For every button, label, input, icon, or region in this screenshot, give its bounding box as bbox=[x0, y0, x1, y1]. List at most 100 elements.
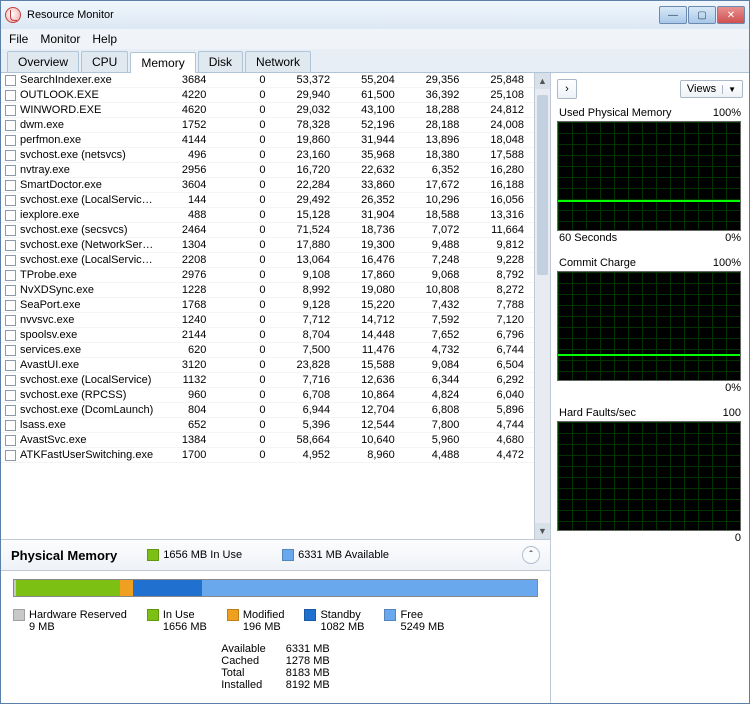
tab-network[interactable]: Network bbox=[245, 51, 311, 72]
checkbox[interactable] bbox=[5, 375, 16, 386]
checkbox[interactable] bbox=[5, 105, 16, 116]
checkbox[interactable] bbox=[5, 195, 16, 206]
checkbox[interactable] bbox=[5, 360, 16, 371]
table-row[interactable]: svchost.exe (secsvcs)2464071,52418,7367,… bbox=[1, 223, 534, 238]
table-row[interactable]: services.exe62007,50011,4764,7326,744 bbox=[1, 343, 534, 358]
table-row[interactable]: perfmon.exe4144019,86031,94413,89618,048 bbox=[1, 133, 534, 148]
scrollbar-thumb[interactable] bbox=[537, 95, 548, 275]
graph2-foot-right: 0% bbox=[725, 382, 741, 394]
physical-memory-title: Physical Memory bbox=[11, 548, 117, 563]
table-row[interactable]: svchost.exe (RPCSS)96006,70810,8644,8246… bbox=[1, 388, 534, 403]
standby-value: 1082 MB bbox=[304, 621, 364, 633]
resource-monitor-window: Resource Monitor — ▢ ✕ File Monitor Help… bbox=[0, 0, 750, 704]
app-icon bbox=[5, 7, 21, 23]
checkbox[interactable] bbox=[5, 90, 16, 101]
checkbox[interactable] bbox=[5, 270, 16, 281]
chevron-right-icon: › bbox=[565, 83, 569, 95]
mod-label: Modified bbox=[243, 609, 285, 621]
table-row[interactable]: nvtray.exe2956016,72022,6326,35216,280 bbox=[1, 163, 534, 178]
table-row[interactable]: AvastSvc.exe1384058,66410,6405,9604,680 bbox=[1, 433, 534, 448]
window-title: Resource Monitor bbox=[27, 9, 114, 21]
table-row[interactable]: OUTLOOK.EXE4220029,94061,50036,39225,108 bbox=[1, 88, 534, 103]
checkbox[interactable] bbox=[5, 450, 16, 461]
table-row[interactable]: nvvsvc.exe124007,71214,7127,5927,120 bbox=[1, 313, 534, 328]
scroll-down-icon[interactable]: ▼ bbox=[535, 523, 550, 539]
table-row[interactable]: SeaPort.exe176809,12815,2207,4327,788 bbox=[1, 298, 534, 313]
graph-commit-charge bbox=[557, 271, 741, 381]
table-row[interactable]: AvastUI.exe3120023,82815,5889,0846,504 bbox=[1, 358, 534, 373]
hw-value: 9 MB bbox=[13, 621, 127, 633]
checkbox[interactable] bbox=[5, 120, 16, 131]
graph1-foot-right: 0% bbox=[725, 232, 741, 244]
checkbox[interactable] bbox=[5, 285, 16, 296]
inuse-summary: 1656 MB In Use bbox=[163, 549, 242, 561]
scroll-up-icon[interactable]: ▲ bbox=[535, 73, 550, 89]
tab-memory[interactable]: Memory bbox=[130, 52, 195, 73]
table-row[interactable]: TProbe.exe297609,10817,8609,0688,792 bbox=[1, 268, 534, 283]
checkbox[interactable] bbox=[5, 75, 16, 86]
avail-summary: 6331 MB Available bbox=[298, 549, 389, 561]
table-row[interactable]: SearchIndexer.exe3684053,37255,20429,356… bbox=[1, 73, 534, 88]
views-button[interactable]: Views▼ bbox=[680, 80, 743, 98]
inuse-icon bbox=[147, 549, 159, 561]
checkbox[interactable] bbox=[5, 240, 16, 251]
tab-disk[interactable]: Disk bbox=[198, 51, 243, 72]
checkbox[interactable] bbox=[5, 225, 16, 236]
memory-stats: AvailableCachedTotalInstalled 6331 MB127… bbox=[1, 639, 550, 703]
menubar: File Monitor Help bbox=[1, 29, 749, 49]
checkbox[interactable] bbox=[5, 390, 16, 401]
maximize-button[interactable]: ▢ bbox=[688, 6, 716, 24]
checkbox[interactable] bbox=[5, 255, 16, 266]
titlebar[interactable]: Resource Monitor — ▢ ✕ bbox=[1, 1, 749, 29]
checkbox[interactable] bbox=[5, 315, 16, 326]
checkbox[interactable] bbox=[5, 330, 16, 341]
table-row[interactable]: svchost.exe (netsvcs)496023,16035,96818,… bbox=[1, 148, 534, 163]
table-row[interactable]: dwm.exe1752078,32852,19628,18824,008 bbox=[1, 118, 534, 133]
table-row[interactable]: ATKFastUserSwitching.exe170004,9528,9604… bbox=[1, 448, 534, 463]
checkbox[interactable] bbox=[5, 420, 16, 431]
table-row[interactable]: svchost.exe (DcomLaunch)80406,94412,7046… bbox=[1, 403, 534, 418]
table-row[interactable]: NvXDSync.exe122808,99219,08010,8088,272 bbox=[1, 283, 534, 298]
mod-value: 196 MB bbox=[227, 621, 285, 633]
graph1-title: Used Physical Memory bbox=[559, 107, 671, 119]
inuse-value: 1656 MB bbox=[147, 621, 207, 633]
table-row[interactable]: lsass.exe65205,39612,5447,8004,744 bbox=[1, 418, 534, 433]
collapse-button[interactable]: ˆ bbox=[522, 546, 540, 564]
checkbox[interactable] bbox=[5, 180, 16, 191]
physical-memory-header[interactable]: Physical Memory 1656 MB In Use 6331 MB A… bbox=[1, 539, 550, 571]
table-row[interactable]: svchost.exe (LocalServiceNet...144029,49… bbox=[1, 193, 534, 208]
menu-monitor[interactable]: Monitor bbox=[40, 32, 80, 46]
table-row[interactable]: spoolsv.exe214408,70414,4487,6526,796 bbox=[1, 328, 534, 343]
checkbox[interactable] bbox=[5, 165, 16, 176]
table-row[interactable]: SmartDoctor.exe3604022,28433,86017,67216… bbox=[1, 178, 534, 193]
graph1-max: 100% bbox=[713, 107, 741, 119]
graph1-foot-left: 60 Seconds bbox=[559, 232, 617, 244]
checkbox[interactable] bbox=[5, 435, 16, 446]
free-label: Free bbox=[400, 609, 423, 621]
table-row[interactable]: iexplore.exe488015,12831,90418,58813,316 bbox=[1, 208, 534, 223]
process-table[interactable]: SearchIndexer.exe3684053,37255,20429,356… bbox=[1, 73, 534, 539]
vertical-scrollbar[interactable]: ▲ ▼ bbox=[534, 73, 550, 539]
tab-overview[interactable]: Overview bbox=[7, 51, 79, 72]
chevron-up-icon: ˆ bbox=[529, 550, 532, 561]
tab-cpu[interactable]: CPU bbox=[81, 51, 128, 72]
table-row[interactable]: svchost.exe (LocalServiceNo...2208013,06… bbox=[1, 253, 534, 268]
checkbox[interactable] bbox=[5, 150, 16, 161]
minimize-button[interactable]: — bbox=[659, 6, 687, 24]
graphs-nav-button[interactable]: › bbox=[557, 79, 577, 99]
inuse-label: In Use bbox=[163, 609, 195, 621]
graph3-max: 100 bbox=[723, 407, 741, 419]
checkbox[interactable] bbox=[5, 405, 16, 416]
table-row[interactable]: svchost.exe (NetworkService)1304017,8801… bbox=[1, 238, 534, 253]
menu-help[interactable]: Help bbox=[92, 32, 117, 46]
close-button[interactable]: ✕ bbox=[717, 6, 745, 24]
free-value: 5249 MB bbox=[384, 621, 444, 633]
checkbox[interactable] bbox=[5, 345, 16, 356]
checkbox[interactable] bbox=[5, 135, 16, 146]
checkbox[interactable] bbox=[5, 210, 16, 221]
graphs-pane: › Views▼ Used Physical Memory 100% 60 Sec… bbox=[551, 73, 749, 703]
checkbox[interactable] bbox=[5, 300, 16, 311]
table-row[interactable]: svchost.exe (LocalService)113207,71612,6… bbox=[1, 373, 534, 388]
menu-file[interactable]: File bbox=[9, 32, 28, 46]
table-row[interactable]: WINWORD.EXE4620029,03243,10018,28824,812 bbox=[1, 103, 534, 118]
